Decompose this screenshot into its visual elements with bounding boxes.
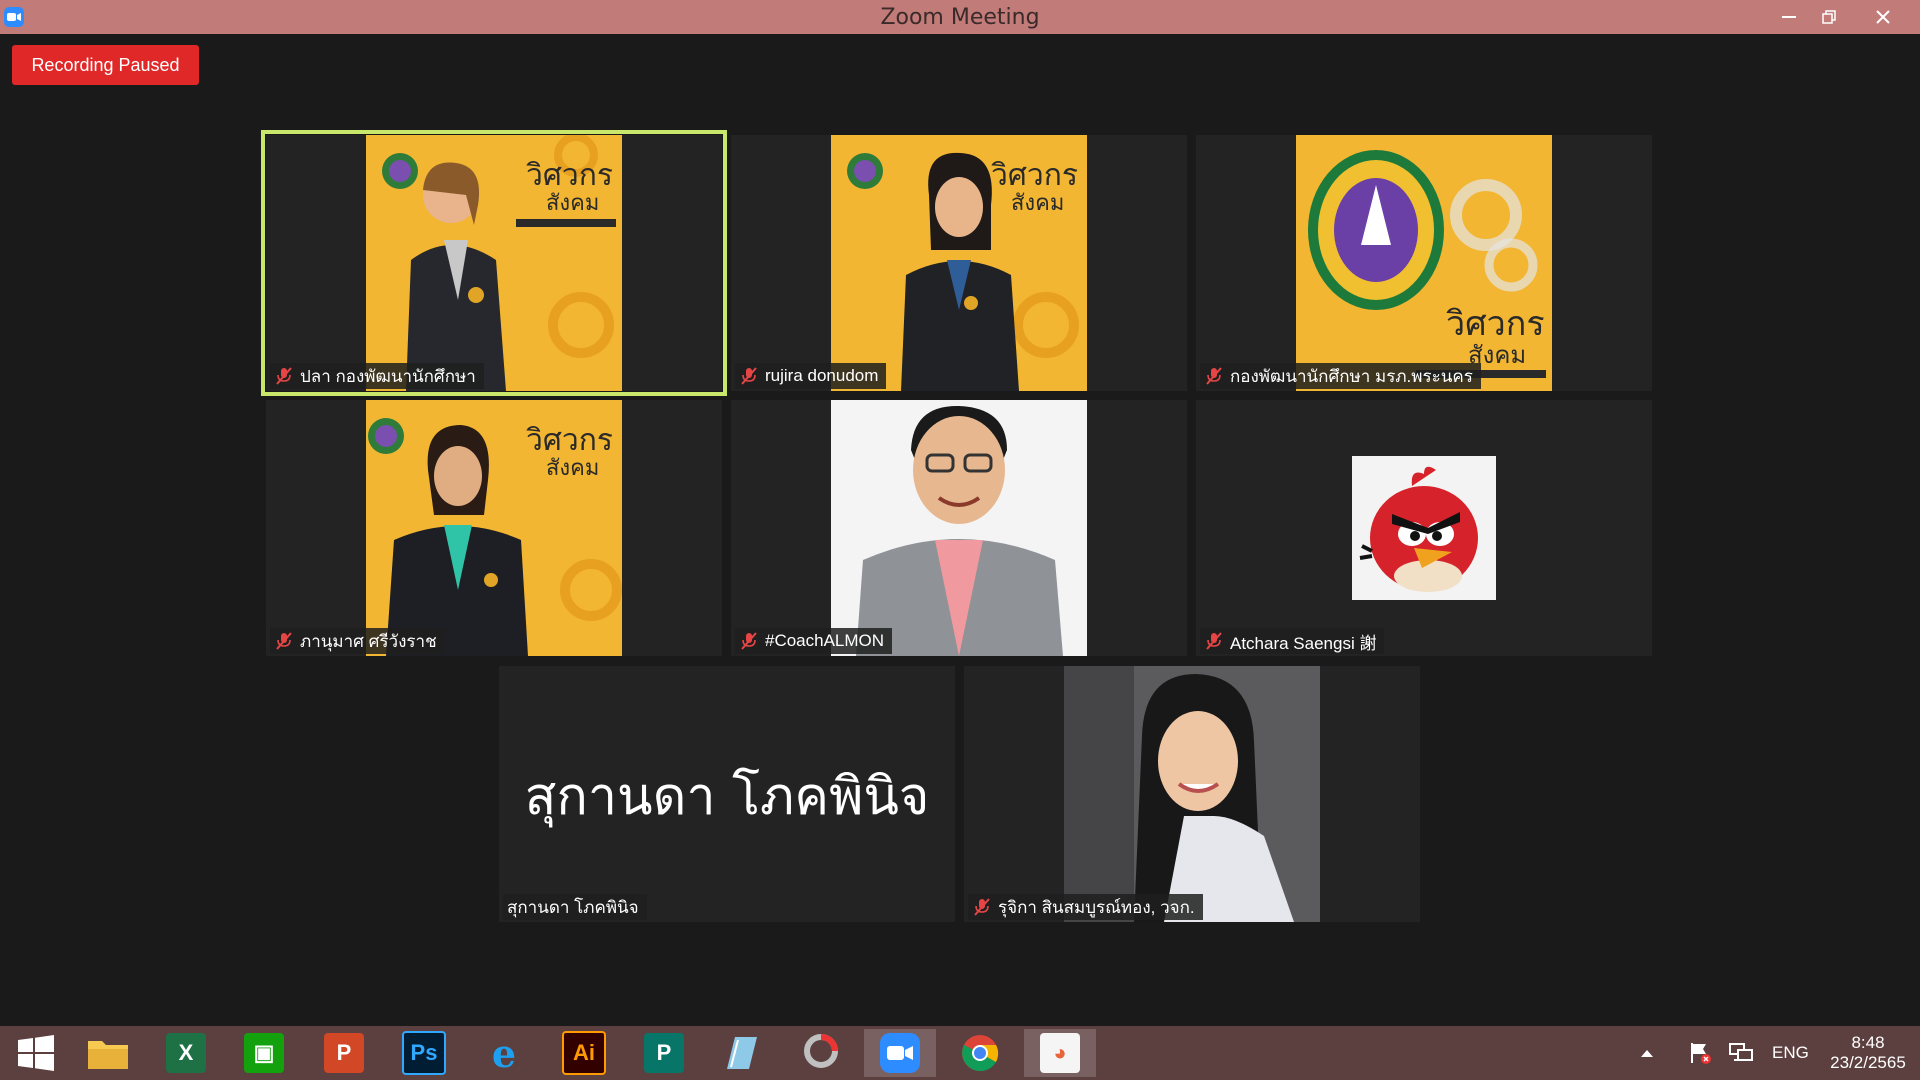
- file-explorer-button[interactable]: [72, 1029, 144, 1077]
- svg-text:สังคม: สังคม: [546, 191, 599, 216]
- clock-date: 23/2/2565: [1830, 1053, 1906, 1072]
- folder-icon: [88, 1041, 128, 1069]
- participant-name: Atchara Saengsi 謝: [1230, 633, 1377, 653]
- clock[interactable]: 8:48 23/2/2565: [1822, 1026, 1914, 1080]
- participant-video: [1064, 666, 1320, 922]
- language-label: ENG: [1772, 1043, 1809, 1062]
- illustrator-icon: Ai: [562, 1031, 606, 1075]
- title-bar: Zoom Meeting: [0, 0, 1920, 34]
- participant-tile[interactable]: Atchara Saengsi 謝: [1196, 400, 1652, 656]
- participant-video: วิศวกร สังคม: [366, 400, 622, 656]
- participant-nameplate: ปลา กองพัฒนานักศึกษา: [270, 363, 484, 389]
- network-icon: [1729, 1043, 1753, 1061]
- participant-nameplate: rujira donudom: [735, 363, 887, 389]
- participant-name: กองพัฒนานักศึกษา มรภ.พระนคร: [1230, 366, 1473, 386]
- photoscape-button[interactable]: [785, 1029, 857, 1077]
- chrome-icon: [962, 1035, 999, 1072]
- muted-mic-icon: [1206, 367, 1222, 385]
- muted-mic-icon: [974, 898, 990, 916]
- participant-video: วิศวกร สังคม: [831, 135, 1087, 391]
- network-status[interactable]: [1728, 1026, 1754, 1080]
- muted-mic-icon: [276, 632, 292, 650]
- chevron-up-icon: [1641, 1050, 1653, 1057]
- powerpoint-icon: P: [324, 1033, 364, 1073]
- clock-time: 8:48: [1851, 1033, 1885, 1052]
- participant-name: สุกานดา โภคพินิจ: [507, 897, 639, 917]
- participant-avatar: [1352, 456, 1496, 600]
- taskbar: X ▣ P Ps e Ai P ◕ ENG 8:48 23/2/2565: [0, 1026, 1920, 1080]
- office-button[interactable]: ◕: [1024, 1029, 1096, 1077]
- excel-button[interactable]: X: [150, 1029, 222, 1077]
- participant-nameplate: รุจิกา สินสมบูรณ์ทอง, วจก.: [968, 894, 1203, 920]
- recording-paused-badge[interactable]: Recording Paused: [12, 45, 199, 85]
- window-title: Zoom Meeting: [880, 4, 1040, 30]
- zoom-icon: [880, 1033, 920, 1073]
- muted-mic-icon: [276, 367, 292, 385]
- participant-video: [831, 400, 1087, 656]
- show-hidden-icons-button[interactable]: [1640, 1026, 1654, 1080]
- participant-nameplate: สุกานดา โภคพินิจ: [503, 894, 647, 920]
- svg-text:วิศวกร: วิศวกร: [526, 158, 613, 193]
- participant-tile[interactable]: วิศวกร สังคม ภานุมาศ ศรีวังราช: [266, 400, 722, 656]
- store-button[interactable]: ▣: [228, 1029, 300, 1077]
- participant-tile[interactable]: วิศวกร สังคม ปลา กองพัฒนานักศึกษา: [261, 130, 727, 396]
- photoshop-button[interactable]: Ps: [388, 1029, 460, 1077]
- internet-explorer-icon: e: [491, 1030, 517, 1076]
- participant-nameplate: กองพัฒนานักศึกษา มรภ.พระนคร: [1200, 363, 1481, 389]
- participant-video: วิศวกร สังคม: [366, 135, 622, 391]
- start-button[interactable]: [0, 1029, 72, 1077]
- participant-name: rujira donudom: [765, 366, 879, 385]
- participant-video: วิศวกร สังคม: [1296, 135, 1552, 391]
- participant-tile[interactable]: สุกานดา โภคพินิจ สุกานดา โภคพินิจ: [499, 666, 955, 922]
- muted-mic-icon: [1206, 632, 1222, 650]
- participant-tile[interactable]: รุจิกา สินสมบูรณ์ทอง, วจก.: [964, 666, 1420, 922]
- participant-display-name: สุกานดา โภคพินิจ: [524, 767, 930, 827]
- notes-icon: [727, 1037, 757, 1069]
- participant-nameplate: ภานุมาศ ศรีวังราช: [270, 628, 445, 654]
- publisher-icon: P: [644, 1033, 684, 1073]
- participant-name: #CoachALMON: [765, 631, 885, 650]
- participant-nameplate: #CoachALMON: [735, 628, 893, 654]
- participant-name: ปลา กองพัฒนานักศึกษา: [300, 366, 476, 386]
- participant-nameplate: Atchara Saengsi 謝: [1200, 628, 1385, 654]
- action-center-flag[interactable]: [1688, 1026, 1712, 1080]
- illustrator-button[interactable]: Ai: [548, 1029, 620, 1077]
- publisher-button[interactable]: P: [628, 1029, 700, 1077]
- participant-tile[interactable]: #CoachALMON: [731, 400, 1187, 656]
- participant-tile[interactable]: วิศวกร สังคม rujira donudom: [731, 135, 1187, 391]
- svg-text:สังคม: สังคม: [546, 456, 599, 481]
- windows-logo-icon: [18, 1035, 54, 1071]
- photoscape-icon: [804, 1034, 838, 1068]
- svg-text:วิศวกร: วิศวกร: [991, 158, 1078, 193]
- svg-text:สังคม: สังคม: [1011, 191, 1064, 216]
- participant-name: รุจิกา สินสมบูรณ์ทอง, วจก.: [998, 897, 1195, 917]
- close-button[interactable]: [1860, 0, 1906, 34]
- photoshop-icon: Ps: [402, 1031, 446, 1075]
- internet-explorer-button[interactable]: e: [468, 1029, 540, 1077]
- participant-name: ภานุมาศ ศรีวังราช: [300, 631, 437, 651]
- zoom-app-icon: [4, 7, 24, 27]
- chrome-button[interactable]: [944, 1029, 1016, 1077]
- powerpoint-button[interactable]: P: [308, 1029, 380, 1077]
- language-indicator[interactable]: ENG: [1772, 1026, 1809, 1080]
- excel-icon: X: [166, 1033, 206, 1073]
- svg-text:วิศวกร: วิศวกร: [1446, 304, 1545, 344]
- recording-label: Recording Paused: [31, 54, 180, 75]
- office-icon: ◕: [1040, 1033, 1080, 1073]
- muted-mic-icon: [741, 632, 757, 650]
- muted-mic-icon: [741, 367, 757, 385]
- store-icon: ▣: [244, 1033, 284, 1073]
- participant-tile[interactable]: วิศวกร สังคม กองพัฒนานักศึกษา มรภ.พระนคร: [1196, 135, 1652, 391]
- notes-button[interactable]: [705, 1029, 777, 1077]
- svg-text:วิศวกร: วิศวกร: [526, 423, 613, 458]
- restore-button[interactable]: [1806, 0, 1852, 34]
- zoom-taskbar-button[interactable]: [864, 1029, 936, 1077]
- flag-icon: [1691, 1043, 1711, 1064]
